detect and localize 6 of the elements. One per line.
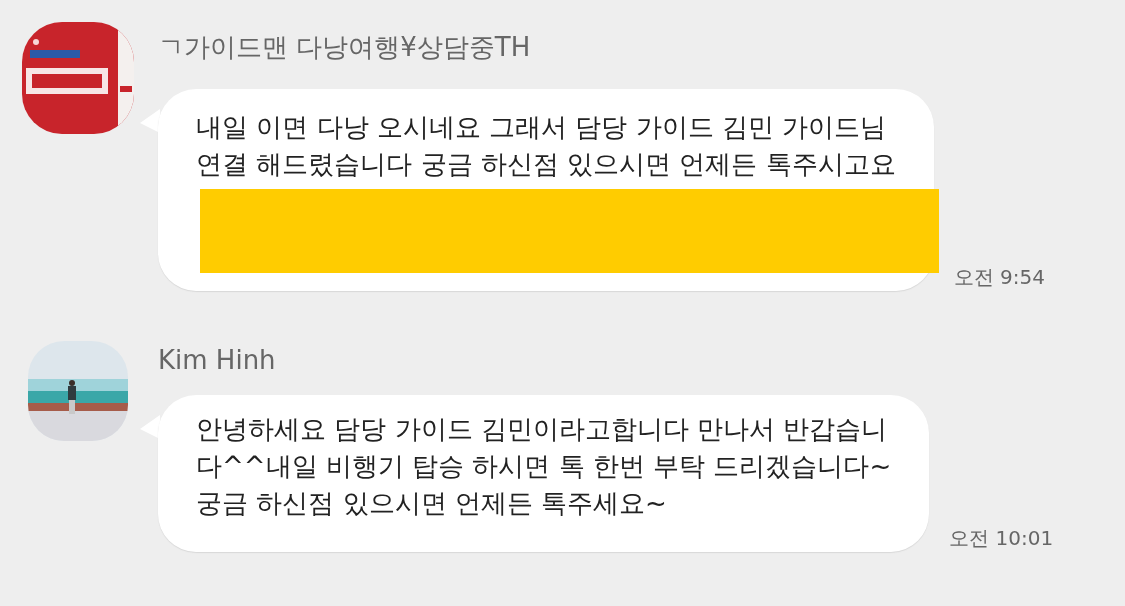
- sender-name: Kim Hinh: [158, 345, 277, 375]
- message-time: 오전 9:54: [953, 264, 1045, 291]
- message-text: 내일 이면 다낭 오시네요 그래서 담당 가이드 김민 가이드님 연결 해드렸습니다 궁금 하신점 있으시면 언제든 톡주시고요: [196, 111, 896, 181]
- message-time: 오전 10:01: [949, 525, 1054, 552]
- sender-name: ㄱ가이드맨 다낭여행¥상담중TH: [158, 31, 532, 64]
- message-text: 안녕하세요 담당 가이드 김민이라고합니다 만나서 반갑습니 다^^내일 비행기 탑승 하시면 톡 한번 부탁 드리겠습니다~ 궁금 하신점 있으시면 언제든 톡주세요~: [196, 413, 892, 520]
